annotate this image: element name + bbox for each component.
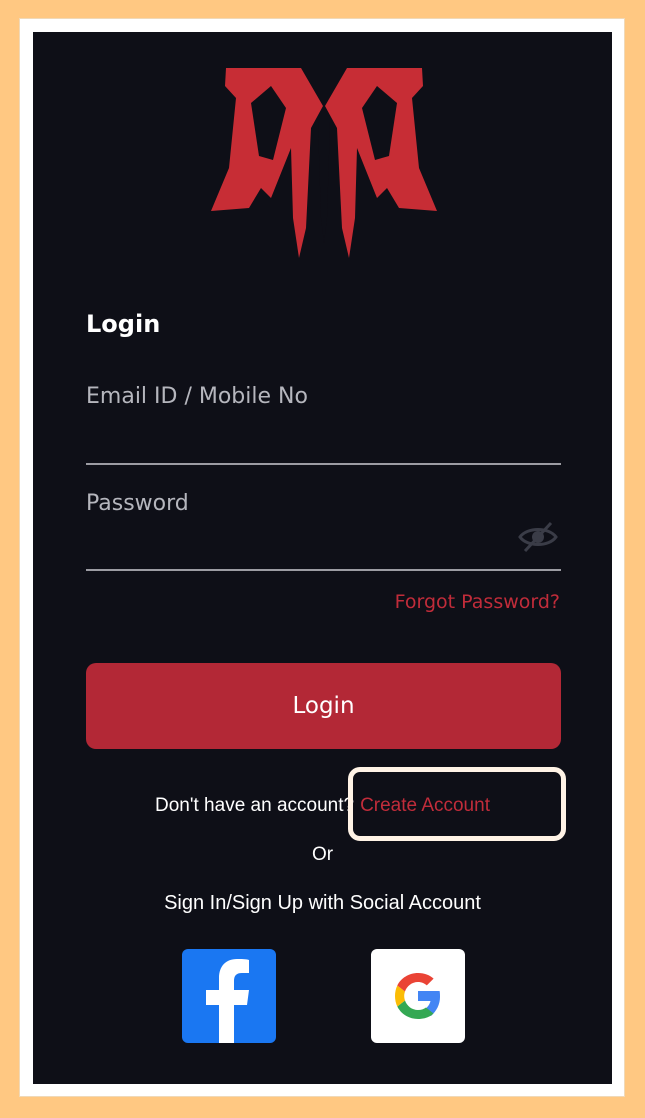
google-button[interactable] bbox=[371, 949, 465, 1043]
create-account-highlight bbox=[348, 767, 566, 841]
forgot-password-link[interactable]: Forgot Password? bbox=[395, 591, 560, 613]
social-prompt: Sign In/Sign Up with Social Account bbox=[164, 892, 481, 914]
eye-slash-icon[interactable] bbox=[517, 520, 559, 554]
page-title: Login bbox=[86, 310, 161, 338]
or-separator: Or bbox=[311, 844, 334, 865]
google-icon bbox=[395, 973, 440, 1019]
facebook-icon bbox=[206, 959, 249, 1043]
password-field[interactable]: Password bbox=[86, 491, 189, 516]
app-logo bbox=[211, 68, 437, 258]
password-field-underline bbox=[86, 569, 561, 571]
email-field-underline bbox=[86, 463, 561, 465]
signup-question: Don't have an account? bbox=[155, 795, 355, 816]
login-button[interactable]: Login bbox=[86, 663, 561, 749]
login-screen: Login Email ID / Mobile No Password Forg… bbox=[33, 32, 612, 1084]
email-field[interactable]: Email ID / Mobile No bbox=[86, 384, 308, 409]
facebook-button[interactable] bbox=[182, 949, 276, 1043]
